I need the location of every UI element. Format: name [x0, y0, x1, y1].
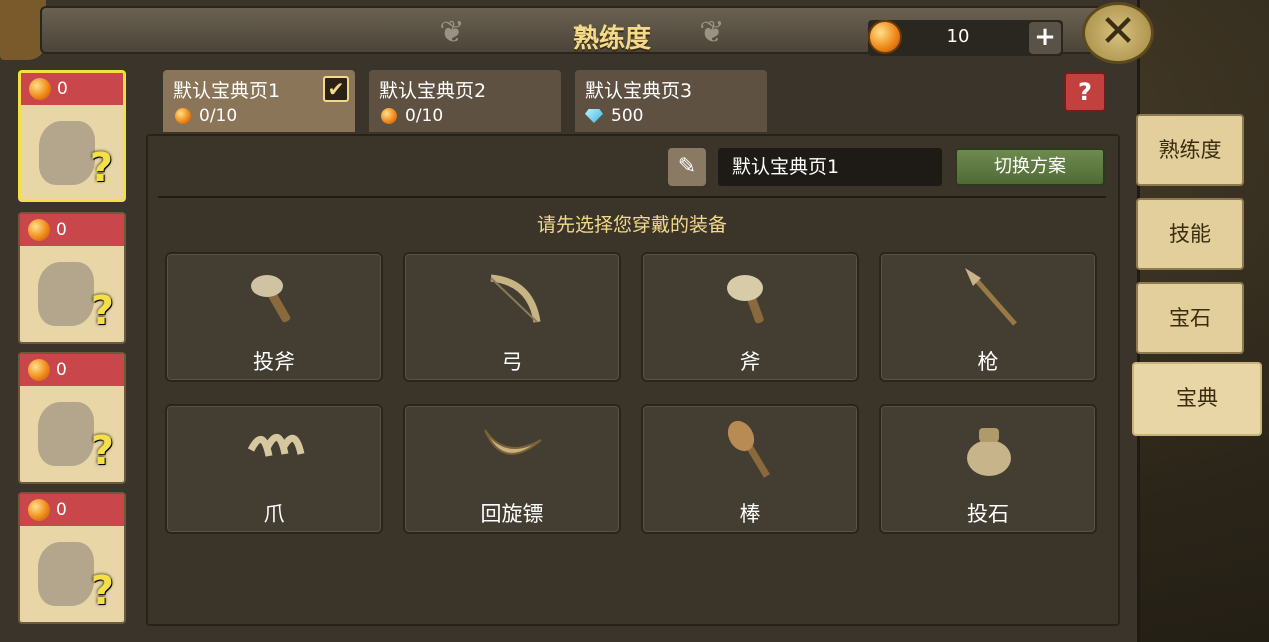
weapon-label: 投斧: [253, 350, 295, 374]
add-coins-button[interactable]: +: [1029, 22, 1061, 54]
question-mark-icon: ?: [89, 145, 113, 191]
ornament-left-icon: ❦: [439, 15, 465, 50]
coin-icon: [868, 20, 902, 54]
weapon-label: 投石: [967, 502, 1009, 526]
club-icon: [727, 420, 771, 478]
hint-text: 请先选择您穿戴的装备: [536, 214, 727, 236]
tab-progress: 0/10: [380, 106, 444, 126]
weapon-bow[interactable]: 弓: [403, 252, 621, 382]
coin-icon: [28, 219, 50, 241]
throwing-axe-icon: [251, 275, 291, 323]
help-button[interactable]: ?: [1064, 72, 1106, 112]
tab-progress: 0/10: [174, 106, 238, 126]
coin-balance: 10 +: [868, 20, 1063, 56]
side-tab-skills[interactable]: 技能: [1136, 198, 1244, 270]
card-cost: 0: [21, 73, 123, 105]
weapon-throwing-stone[interactable]: 投石: [879, 404, 1097, 534]
weapon-label: 斧: [739, 350, 761, 374]
coin-amount: 10: [946, 26, 970, 47]
divider: [158, 196, 1106, 198]
axe-icon: [727, 275, 764, 324]
character-card[interactable]: 0 ?: [18, 70, 126, 202]
side-tab-codex[interactable]: 宝典: [1132, 362, 1262, 436]
character-card[interactable]: 0 ?: [18, 492, 126, 624]
question-mark-icon: ?: [90, 288, 114, 334]
title-bar: ❦ ❦ 熟练度 10 +: [40, 6, 1120, 56]
close-button[interactable]: ✕: [1082, 2, 1154, 64]
character-card[interactable]: 0 ?: [18, 352, 126, 484]
switch-plan-button[interactable]: 切换方案: [955, 148, 1105, 186]
weapon-club[interactable]: 棒: [641, 404, 859, 534]
tab-label: 默认宝典页3: [585, 80, 693, 102]
page-title: 熟练度: [572, 24, 651, 54]
side-tab-gems[interactable]: 宝石: [1136, 282, 1244, 354]
character-portrait-icon: [38, 402, 94, 466]
tab-page-2[interactable]: 默认宝典页2 0/10: [369, 70, 561, 132]
weapon-label: 棒: [739, 502, 761, 526]
card-cost: 0: [20, 494, 124, 526]
weapon-axe[interactable]: 斧: [641, 252, 859, 382]
claw-icon: [247, 434, 305, 457]
weapon-spear[interactable]: 枪: [879, 252, 1097, 382]
tab-label: 默认宝典页2: [379, 80, 487, 102]
edit-name-button[interactable]: ✎: [668, 148, 706, 186]
tab-page-3[interactable]: 默认宝典页3 500: [575, 70, 767, 132]
character-portrait-icon: [39, 121, 95, 185]
question-mark-icon: ?: [90, 428, 114, 474]
coin-icon: [29, 78, 51, 100]
boomerang-icon: [484, 429, 542, 455]
tab-page-1[interactable]: 默认宝典页1 ✔ 0/10: [163, 70, 355, 132]
character-portrait-icon: [38, 542, 94, 606]
question-mark-icon: ?: [90, 568, 114, 614]
checkmark-icon: ✔: [323, 76, 349, 102]
weapon-label: 回旋镖: [480, 502, 544, 526]
coin-icon: [28, 499, 50, 521]
card-cost: 0: [20, 354, 124, 386]
plan-name-field[interactable]: 默认宝典页1: [718, 148, 942, 186]
character-card[interactable]: 0 ?: [18, 212, 126, 344]
weapon-label: 枪: [977, 350, 999, 374]
weapon-label: 爪: [263, 502, 285, 526]
weapon-boomerang[interactable]: 回旋镖: [403, 404, 621, 534]
tab-cost: 500: [611, 106, 644, 126]
weapon-label: 弓: [501, 350, 523, 374]
bow-icon: [490, 274, 541, 323]
stone-pouch-icon: [967, 428, 1011, 476]
spear-icon: [965, 268, 1017, 326]
tab-label: 默认宝典页1: [173, 80, 281, 102]
coin-icon: [28, 359, 50, 381]
card-cost: 0: [20, 214, 124, 246]
side-tab-proficiency[interactable]: 熟练度: [1136, 114, 1244, 186]
weapon-throwing-axe[interactable]: 投斧: [165, 252, 383, 382]
character-portrait-icon: [38, 262, 94, 326]
weapon-claw[interactable]: 爪: [165, 404, 383, 534]
